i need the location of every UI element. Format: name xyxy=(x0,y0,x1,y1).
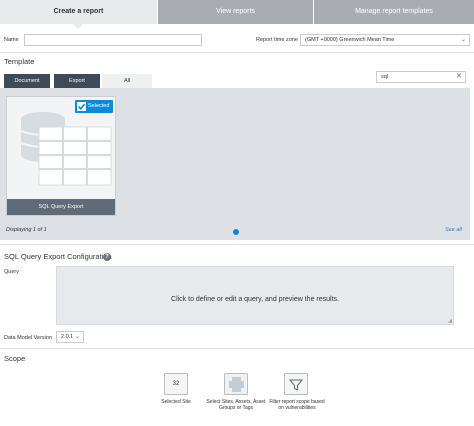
query-editor[interactable]: Click to define or edit a query, and pre… xyxy=(56,266,454,325)
clear-search-icon[interactable]: ✕ xyxy=(456,72,462,82)
data-model-select[interactable]: 2.0.1 ⌄ xyxy=(56,331,84,343)
filter-scope-button[interactable] xyxy=(284,373,308,395)
selected-label: Selected xyxy=(88,103,110,109)
config-title: SQL Query Export Configuration xyxy=(4,252,112,261)
selected-site-caption: Selected Site xyxy=(161,399,191,405)
tab-view-reports[interactable]: View reports xyxy=(158,0,314,24)
filter-all-tab[interactable]: All xyxy=(102,74,152,88)
tab-create-report[interactable]: Create a report xyxy=(0,0,158,29)
data-model-label: Data Model Version xyxy=(4,335,52,341)
divider xyxy=(0,348,474,349)
select-scope-caption: Select Sites, Assets, Asset Groups or Ta… xyxy=(206,399,266,411)
pager-dot[interactable] xyxy=(233,229,239,235)
data-model-value: 2.0.1 xyxy=(61,334,74,340)
name-input[interactable] xyxy=(24,34,202,46)
query-label: Query xyxy=(4,269,19,275)
name-label: Name xyxy=(4,37,19,43)
timezone-value: (GMT +0000) Greenwich Mean Time xyxy=(305,37,395,43)
selected-site-button[interactable]: 32 xyxy=(164,373,188,395)
divider xyxy=(0,52,474,53)
template-title: Template xyxy=(4,57,35,66)
tab-manage-templates[interactable]: Manage report templates xyxy=(314,0,474,24)
timezone-label: Report time zone xyxy=(256,37,298,43)
checkbox-checked-icon xyxy=(77,102,86,111)
filter-scope-caption: Filter report scope based on vulnerabili… xyxy=(269,399,325,411)
template-card-sql-query-export[interactable]: SQL Query Export xyxy=(6,96,116,216)
select-scope-button[interactable] xyxy=(224,373,248,395)
filter-export-button[interactable]: Export xyxy=(54,74,100,88)
see-all-link[interactable]: See all xyxy=(445,227,462,233)
filter-document-button[interactable]: Document xyxy=(4,74,50,88)
help-icon[interactable]: ? xyxy=(103,253,111,261)
query-placeholder: Click to define or edit a query, and pre… xyxy=(171,296,339,303)
template-card-caption: SQL Query Export xyxy=(7,199,115,215)
funnel-icon xyxy=(288,379,304,391)
displaying-count: Displaying 1 of 1 xyxy=(6,227,47,233)
timezone-select[interactable]: (GMT +0000) Greenwich Mean Time ⌄ xyxy=(300,34,470,46)
resize-handle-icon[interactable]: ◢ xyxy=(448,318,452,324)
template-search-input[interactable]: sql ✕ xyxy=(376,71,466,83)
database-table-icon xyxy=(20,112,112,186)
scope-title: Scope xyxy=(4,354,26,363)
chevron-down-icon: ⌄ xyxy=(74,334,80,340)
top-tabs: Create a report View reports Manage repo… xyxy=(0,0,474,29)
selected-badge: Selected xyxy=(75,100,113,113)
search-value: sql xyxy=(381,74,389,80)
chevron-down-icon: ⌄ xyxy=(460,37,466,43)
divider xyxy=(0,244,474,245)
selected-site-count: 32 xyxy=(172,381,180,387)
